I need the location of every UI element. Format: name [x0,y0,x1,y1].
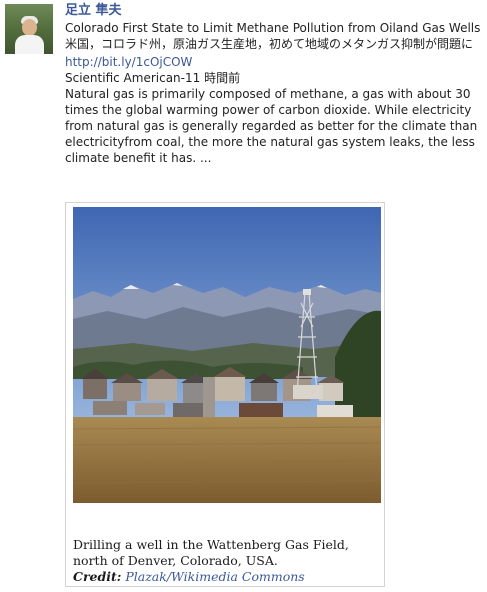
credit-label: Credit: [73,569,122,584]
author-name[interactable]: 足立 隼夫 [65,3,485,20]
photo-illustration [73,207,381,503]
article-title-en: Colorado First State to Limit Methane Po… [65,21,481,35]
article-source: Scientific American-11 時間前 [65,71,241,85]
figure-credit: Credit: Plazak/Wikimedia Commons [73,569,379,585]
post: 足立 隼夫 Colorado First State to Limit Meth… [65,3,485,166]
article-link[interactable]: http://bit.ly/1cOjCOW [65,55,485,70]
figure-caption: Drilling a well in the Wattenberg Gas Fi… [73,537,349,568]
article-figure: Drilling a well in the Wattenberg Gas Fi… [65,202,385,587]
avatar[interactable] [5,4,53,54]
article-title-ja: 米国，コロラド州，原油ガス生産地，初めて地域のメタンガス抑制が問題に [65,37,474,51]
article-summary: Natural gas is primarily composed of met… [65,87,478,165]
avatar-shirt [15,35,44,54]
avatar-head [22,19,37,36]
credit-link[interactable]: Plazak/Wikimedia Commons [125,569,304,584]
article-photo[interactable] [73,207,381,503]
